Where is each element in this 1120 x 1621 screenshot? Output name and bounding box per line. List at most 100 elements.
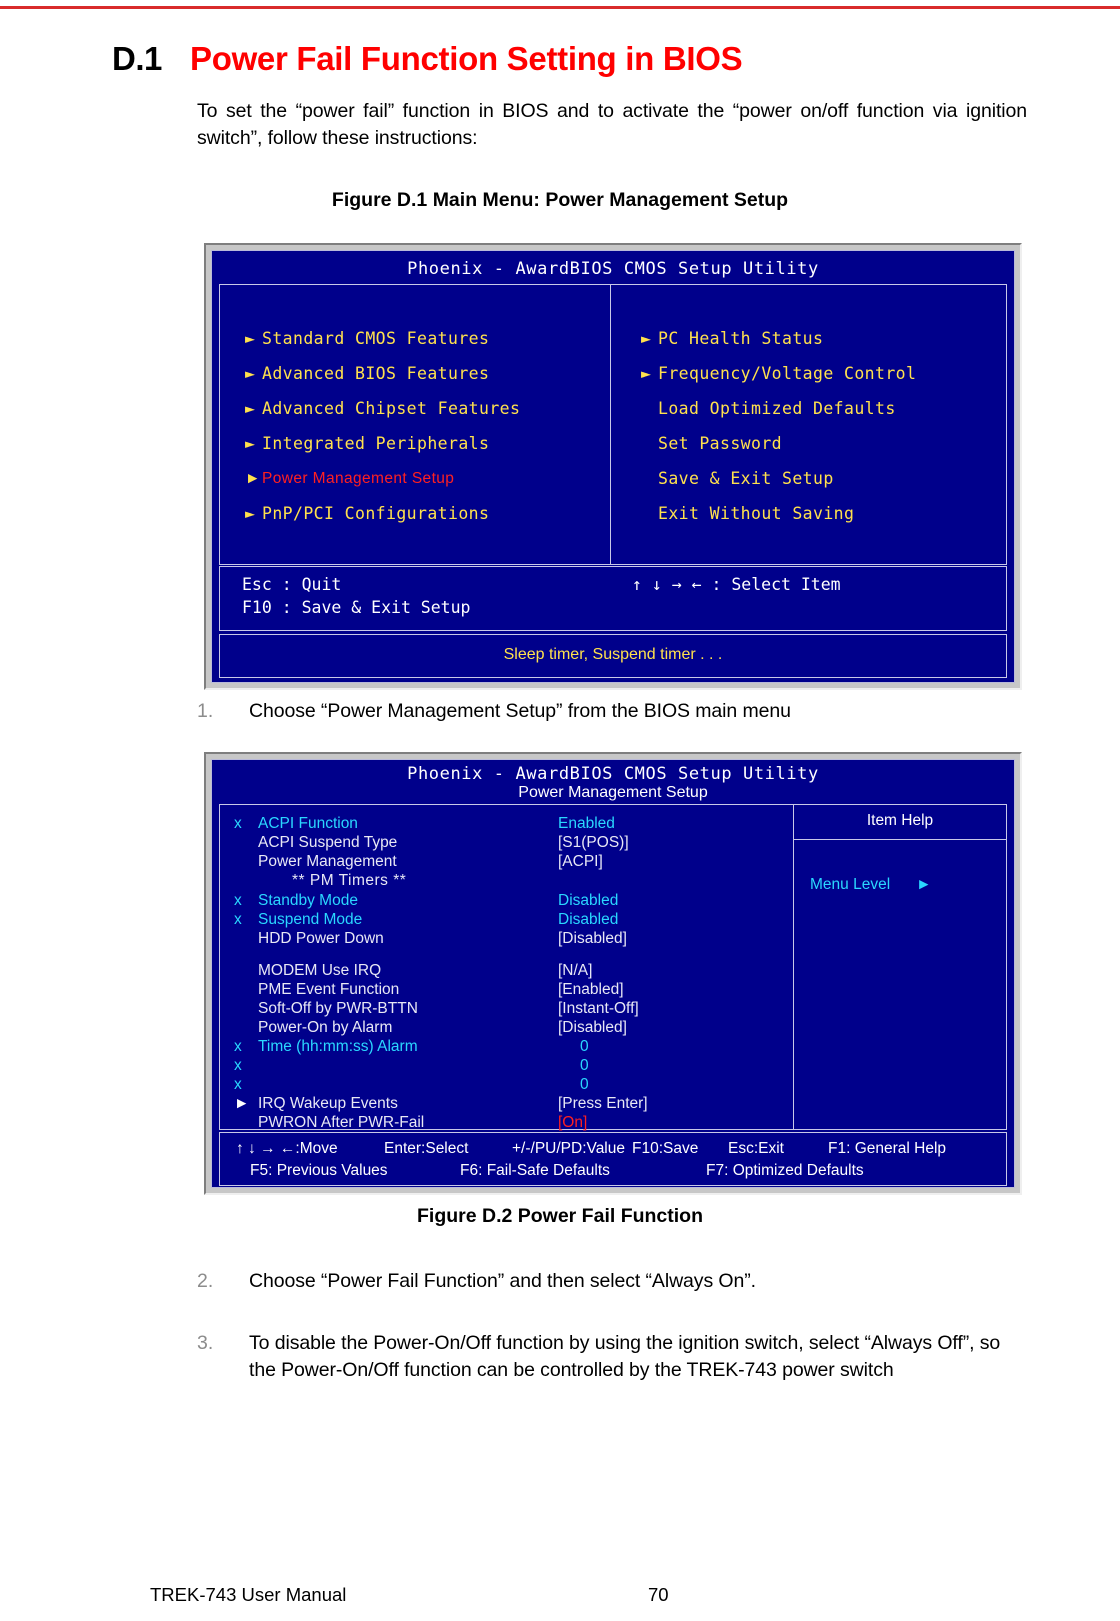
bios-pm-setting-row[interactable]: x0 [234,1056,793,1075]
menu-arrow-icon: ► [245,364,256,383]
bios-pm-setting-label [258,1056,558,1075]
bios-menu-item[interactable]: ►Load Optimized Defaults [641,391,1006,426]
bios-pm-setting-row[interactable]: x Standby Mode Disabled [234,891,793,910]
bios-pm-setting-value[interactable]: [Disabled] [558,1018,627,1037]
bios-pm-screen: Phoenix - AwardBIOS CMOS Setup Utility P… [211,759,1015,1188]
footer-page-number: 70 [648,1584,669,1605]
bios-menu-item[interactable]: ► PC Health Status [641,321,1006,356]
bios-menu-item-label: Advanced Chipset Features [262,399,521,418]
bios-key-hint: +/-/PU/PD:Value [512,1140,625,1157]
bios-key-hint: Enter:Select [384,1140,469,1157]
bios-pm-setting-value[interactable]: [On] [558,1113,587,1132]
bios-pm-setting-row[interactable]: x Time (hh:mm:ss) Alarm 0 [234,1037,793,1056]
bios-pm-setting-label: ACPI Suspend Type [258,834,398,851]
bios-key-hint: ↑ ↓ → ←:Move [236,1140,338,1157]
bios-main-menu-screenshot: Phoenix - AwardBIOS CMOS Setup Utility ►… [204,243,1022,690]
menu-level-label: Menu Level [810,876,891,893]
disabled-flag-icon [234,1113,258,1132]
key-select-item: ↑ ↓ → ← : Select Item [632,575,841,594]
bios-pm-setting-row[interactable]: Power Management [ACPI] [234,852,793,871]
bios-pm-setting-label: MODEM Use IRQ [258,962,382,979]
step-item: 3. To disable the Power-On/Off function … [197,1330,1029,1384]
bios-pm-setting-row[interactable]: ACPI Suspend Type [S1(POS)] [234,833,793,852]
bios-menu-item-label: Load Optimized Defaults [658,399,896,418]
step-number: 2. [197,1270,214,1292]
bios-pm-setting-label: ACPI Function [258,815,358,832]
bios-menu-item-label: Advanced BIOS Features [262,364,490,383]
menu-arrow-icon: ► [245,504,256,523]
menu-arrow-icon: ► [641,329,652,348]
bios-pm-setting-row[interactable]: x0 [234,1075,793,1094]
bios-pm-setting-label: HDD Power Down [258,930,384,947]
menu-arrow-icon: ► [245,470,261,487]
heading-number: D.1 [112,40,162,77]
bios-pm-setting-value[interactable]: [Enabled] [558,980,624,999]
bios-menu-item[interactable]: ► Integrated Peripherals [245,426,610,461]
bios-pm-body: x ACPI Function Enabled ACPI Suspend Type [S… [219,804,1007,1132]
bios-pm-setting-row[interactable]: x ACPI Function Enabled [234,814,793,833]
page-heading: D.1 Power Fail Function Setting in BIOS [112,40,1042,78]
bios-menu-item[interactable]: ► PnP/PCI Configurations [245,496,610,531]
bios-menu-item[interactable]: ►Exit Without Saving [641,496,1006,531]
step-number: 1. [197,700,214,722]
bios-pm-setting-value[interactable]: [S1(POS)] [558,833,629,852]
bios-pm-setting-value[interactable]: 0 [558,1056,589,1075]
bios-menu-item-label: Integrated Peripherals [262,434,490,453]
bios-pm-setting-value[interactable]: Enabled [558,814,615,833]
bios-pm-setting-row[interactable]: HDD Power Down [Disabled] [234,929,793,948]
bios-pm-setting-row[interactable]: x Suspend Mode Disabled [234,910,793,929]
bios-key-hint: F10:Save [632,1140,699,1157]
bios-menu-item[interactable]: ► Advanced BIOS Features [245,356,610,391]
step-text: To disable the Power-On/Off function by … [249,1332,1001,1381]
bios-pm-setting-label: Soft-Off by PWR-BTTN [258,1000,418,1017]
bios-pm-setting-label: Suspend Mode [258,911,363,928]
bios-menu-item-label: Standard CMOS Features [262,329,490,348]
bios-pm-setting-value[interactable]: Disabled [558,910,618,929]
bios-pm-setting-value[interactable]: [Press Enter] [558,1094,648,1113]
bios-pm-setting-value[interactable]: [N/A] [558,961,592,980]
menu-arrow-icon: ► [245,434,256,453]
bios-pm-setting-value[interactable]: Disabled [558,891,618,910]
menu-arrow-icon: ► [641,364,652,383]
bios-key-hint: F6: Fail-Safe Defaults [460,1162,610,1179]
bios-pm-setting-row[interactable]: MODEM Use IRQ [N/A] [234,961,793,980]
bios-menu-item[interactable]: ► Standard CMOS Features [245,321,610,356]
bios-menu-item-label: Power Management Setup [262,470,455,487]
bios-pm-item-help-panel: Item Help Menu Level ► [794,805,1006,1129]
bios-menu-item[interactable]: ►Save & Exit Setup [641,461,1006,496]
bios-key-hint: F7: Optimized Defaults [706,1162,864,1179]
bios-pm-setting-label: Time (hh:mm:ss) Alarm [258,1038,418,1055]
bios-pm-key-legend: ↑ ↓ → ←:Move Enter:Select +/-/PU/PD:Value F… [219,1132,1007,1186]
page-top-rule [0,6,1120,9]
intro-paragraph: To set the “power fail” function in BIOS… [197,100,1027,149]
menu-arrow-icon: ► [245,329,256,348]
bios-pm-setting-row[interactable]: ► IRQ Wakeup Events [Press Enter] [234,1094,793,1113]
bios-pm-subtitle: Power Management Setup [518,784,708,801]
bios-pm-setting-row[interactable]: Soft-Off by PWR-BTTN [Instant-Off] [234,999,793,1018]
bios-menu-item[interactable]: ► Advanced Chipset Features [245,391,610,426]
bios-key-hint: Esc:Exit [728,1140,784,1157]
bios-menu-item-label: Exit Without Saving [658,504,855,523]
disabled-flag-icon [234,961,258,980]
bios-pm-setting-value[interactable]: [Disabled] [558,929,627,948]
bios-pm-setting-row[interactable]: PME Event Function [Enabled] [234,980,793,999]
figure-1-caption: Figure D.1 Main Menu: Power Management S… [331,189,789,211]
bios-main-hint-bar: Sleep timer, Suspend timer . . . [219,634,1007,678]
bios-pm-setting-value[interactable]: 0 [558,1037,589,1056]
bios-pm-setting-value[interactable]: [Instant-Off] [558,999,639,1018]
bios-pm-setting-row[interactable]: PWRON After PWR-Fail [On] [234,1113,793,1132]
bios-menu-item[interactable]: ►Power Management Setup [245,461,610,496]
bios-pm-setting-value[interactable]: [ACPI] [558,852,603,871]
menu-arrow-icon: ► [245,399,256,418]
bios-menu-item[interactable]: ► Frequency/Voltage Control [641,356,1006,391]
figure-2-caption: Figure D.2 Power Fail Function [416,1205,704,1227]
bios-menu-item[interactable]: ►Set Password [641,426,1006,461]
bios-main-key-legend: Esc : Quit ↑ ↓ → ← : Select Item F10 : S… [219,566,1007,631]
bios-pm-section-header: ** PM Timers ** [292,872,407,889]
footer-manual-title: TREK-743 User Manual [150,1584,347,1605]
bios-menu-item-label: Frequency/Voltage Control [658,364,917,383]
bios-pm-setting-label: Standby Mode [258,892,358,909]
bios-pm-row-spacer [234,948,793,961]
bios-pm-setting-row[interactable]: Power-On by Alarm [Disabled] [234,1018,793,1037]
bios-pm-setting-value[interactable]: 0 [558,1075,589,1094]
